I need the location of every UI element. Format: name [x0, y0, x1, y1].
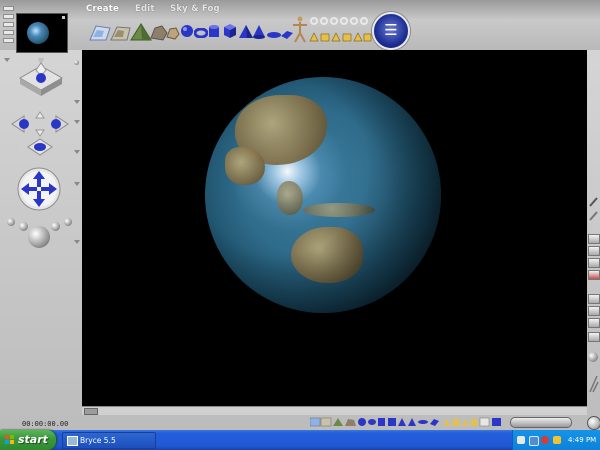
- light-dot-icon[interactable]: [51, 222, 60, 231]
- trackball-chevron-icon[interactable]: [74, 120, 80, 124]
- torus-small-icon[interactable]: [308, 16, 372, 26]
- taskbar-clock: 4:49 PM: [568, 436, 597, 444]
- option-dot-icon[interactable]: [74, 60, 79, 65]
- timeline-scrubber[interactable]: [84, 408, 98, 415]
- selection-palette[interactable]: [310, 416, 510, 428]
- stone-icon[interactable]: [166, 26, 180, 40]
- help-icon[interactable]: [517, 436, 525, 444]
- corner-button[interactable]: [587, 416, 600, 430]
- bryce-logo-icon: ☰: [384, 21, 398, 39]
- view-chevron-icon[interactable]: [74, 100, 80, 104]
- option-icon[interactable]: [588, 294, 600, 304]
- sphere-icon[interactable]: [180, 24, 194, 38]
- zoom-icon[interactable]: [588, 352, 598, 362]
- light-dot-icon[interactable]: [19, 222, 28, 231]
- timeline-track[interactable]: [82, 406, 587, 415]
- human-figure-icon[interactable]: [292, 16, 308, 44]
- option-icon[interactable]: [588, 306, 600, 316]
- network-icon[interactable]: [529, 436, 539, 446]
- terrain-alt-icon[interactable]: [110, 24, 132, 42]
- taskbar: start Bryce 5.5 4:49 PM: [0, 430, 600, 450]
- cross-chevron-icon[interactable]: [74, 182, 80, 186]
- render-viewport[interactable]: [82, 50, 587, 406]
- windows-logo-icon: [5, 435, 15, 445]
- earth-globe: [205, 77, 441, 313]
- time-readout: 00:00:00.00: [22, 420, 69, 428]
- menu-create[interactable]: Create: [86, 4, 119, 14]
- move-arrows-icon[interactable]: [16, 166, 62, 212]
- taskbar-item-label: Bryce 5.5: [80, 436, 116, 445]
- cylinder-icon[interactable]: [208, 24, 220, 40]
- create-palette: [86, 16, 372, 46]
- volume-icon[interactable]: [553, 436, 561, 444]
- start-label: start: [18, 433, 48, 446]
- nano-preview[interactable]: [16, 13, 68, 53]
- brush-icon[interactable]: [588, 196, 599, 208]
- light-dot-icon[interactable]: [7, 218, 15, 226]
- security-icon[interactable]: [541, 436, 549, 444]
- menu-sky-fog[interactable]: Sky & Fog: [170, 4, 220, 14]
- globe-shading: [205, 77, 441, 313]
- view-control[interactable]: [16, 58, 66, 100]
- cube-icon[interactable]: [222, 22, 238, 40]
- lamp-chevron-icon[interactable]: [74, 240, 80, 244]
- light-dot-icon[interactable]: [64, 218, 72, 226]
- sheet-icon[interactable]: [588, 258, 600, 268]
- pencil-icon[interactable]: [588, 210, 599, 222]
- preview-marker: [62, 16, 65, 19]
- render-icon[interactable]: [588, 234, 600, 244]
- bryce-app-icon: [67, 436, 78, 446]
- tool-column: [587, 190, 600, 420]
- lamp-icon[interactable]: [28, 226, 50, 248]
- menu-edit[interactable]: Edit: [135, 4, 155, 14]
- preview-globe: [27, 22, 49, 44]
- bryce-logo-button[interactable]: ☰: [372, 12, 410, 50]
- stop-icon[interactable]: [588, 270, 600, 280]
- option-icon[interactable]: [588, 318, 600, 328]
- gold-object-icon[interactable]: [308, 30, 372, 44]
- cone-icon[interactable]: [252, 24, 266, 40]
- pencil-icon[interactable]: [588, 374, 599, 394]
- option-icon[interactable]: [588, 332, 600, 342]
- move-control[interactable]: [8, 136, 72, 160]
- settings-icon[interactable]: [588, 246, 600, 256]
- control-panel: [0, 50, 82, 406]
- grip-icon[interactable]: [3, 6, 14, 48]
- start-button[interactable]: start: [0, 430, 56, 450]
- bryce-window: Create Edit Sky & Fog ☰ 00:00:00.00: [0, 0, 600, 430]
- taskbar-item-bryce[interactable]: Bryce 5.5: [62, 432, 156, 449]
- terrain-icon[interactable]: [88, 24, 112, 42]
- pyramid-terrain-icon[interactable]: [130, 22, 152, 42]
- torus-icon[interactable]: [194, 28, 208, 38]
- top-bar: Create Edit Sky & Fog ☰: [0, 0, 600, 53]
- playback-controls[interactable]: [510, 417, 572, 428]
- move-chevron-icon[interactable]: [74, 150, 80, 154]
- chevron-down-icon[interactable]: [4, 58, 10, 62]
